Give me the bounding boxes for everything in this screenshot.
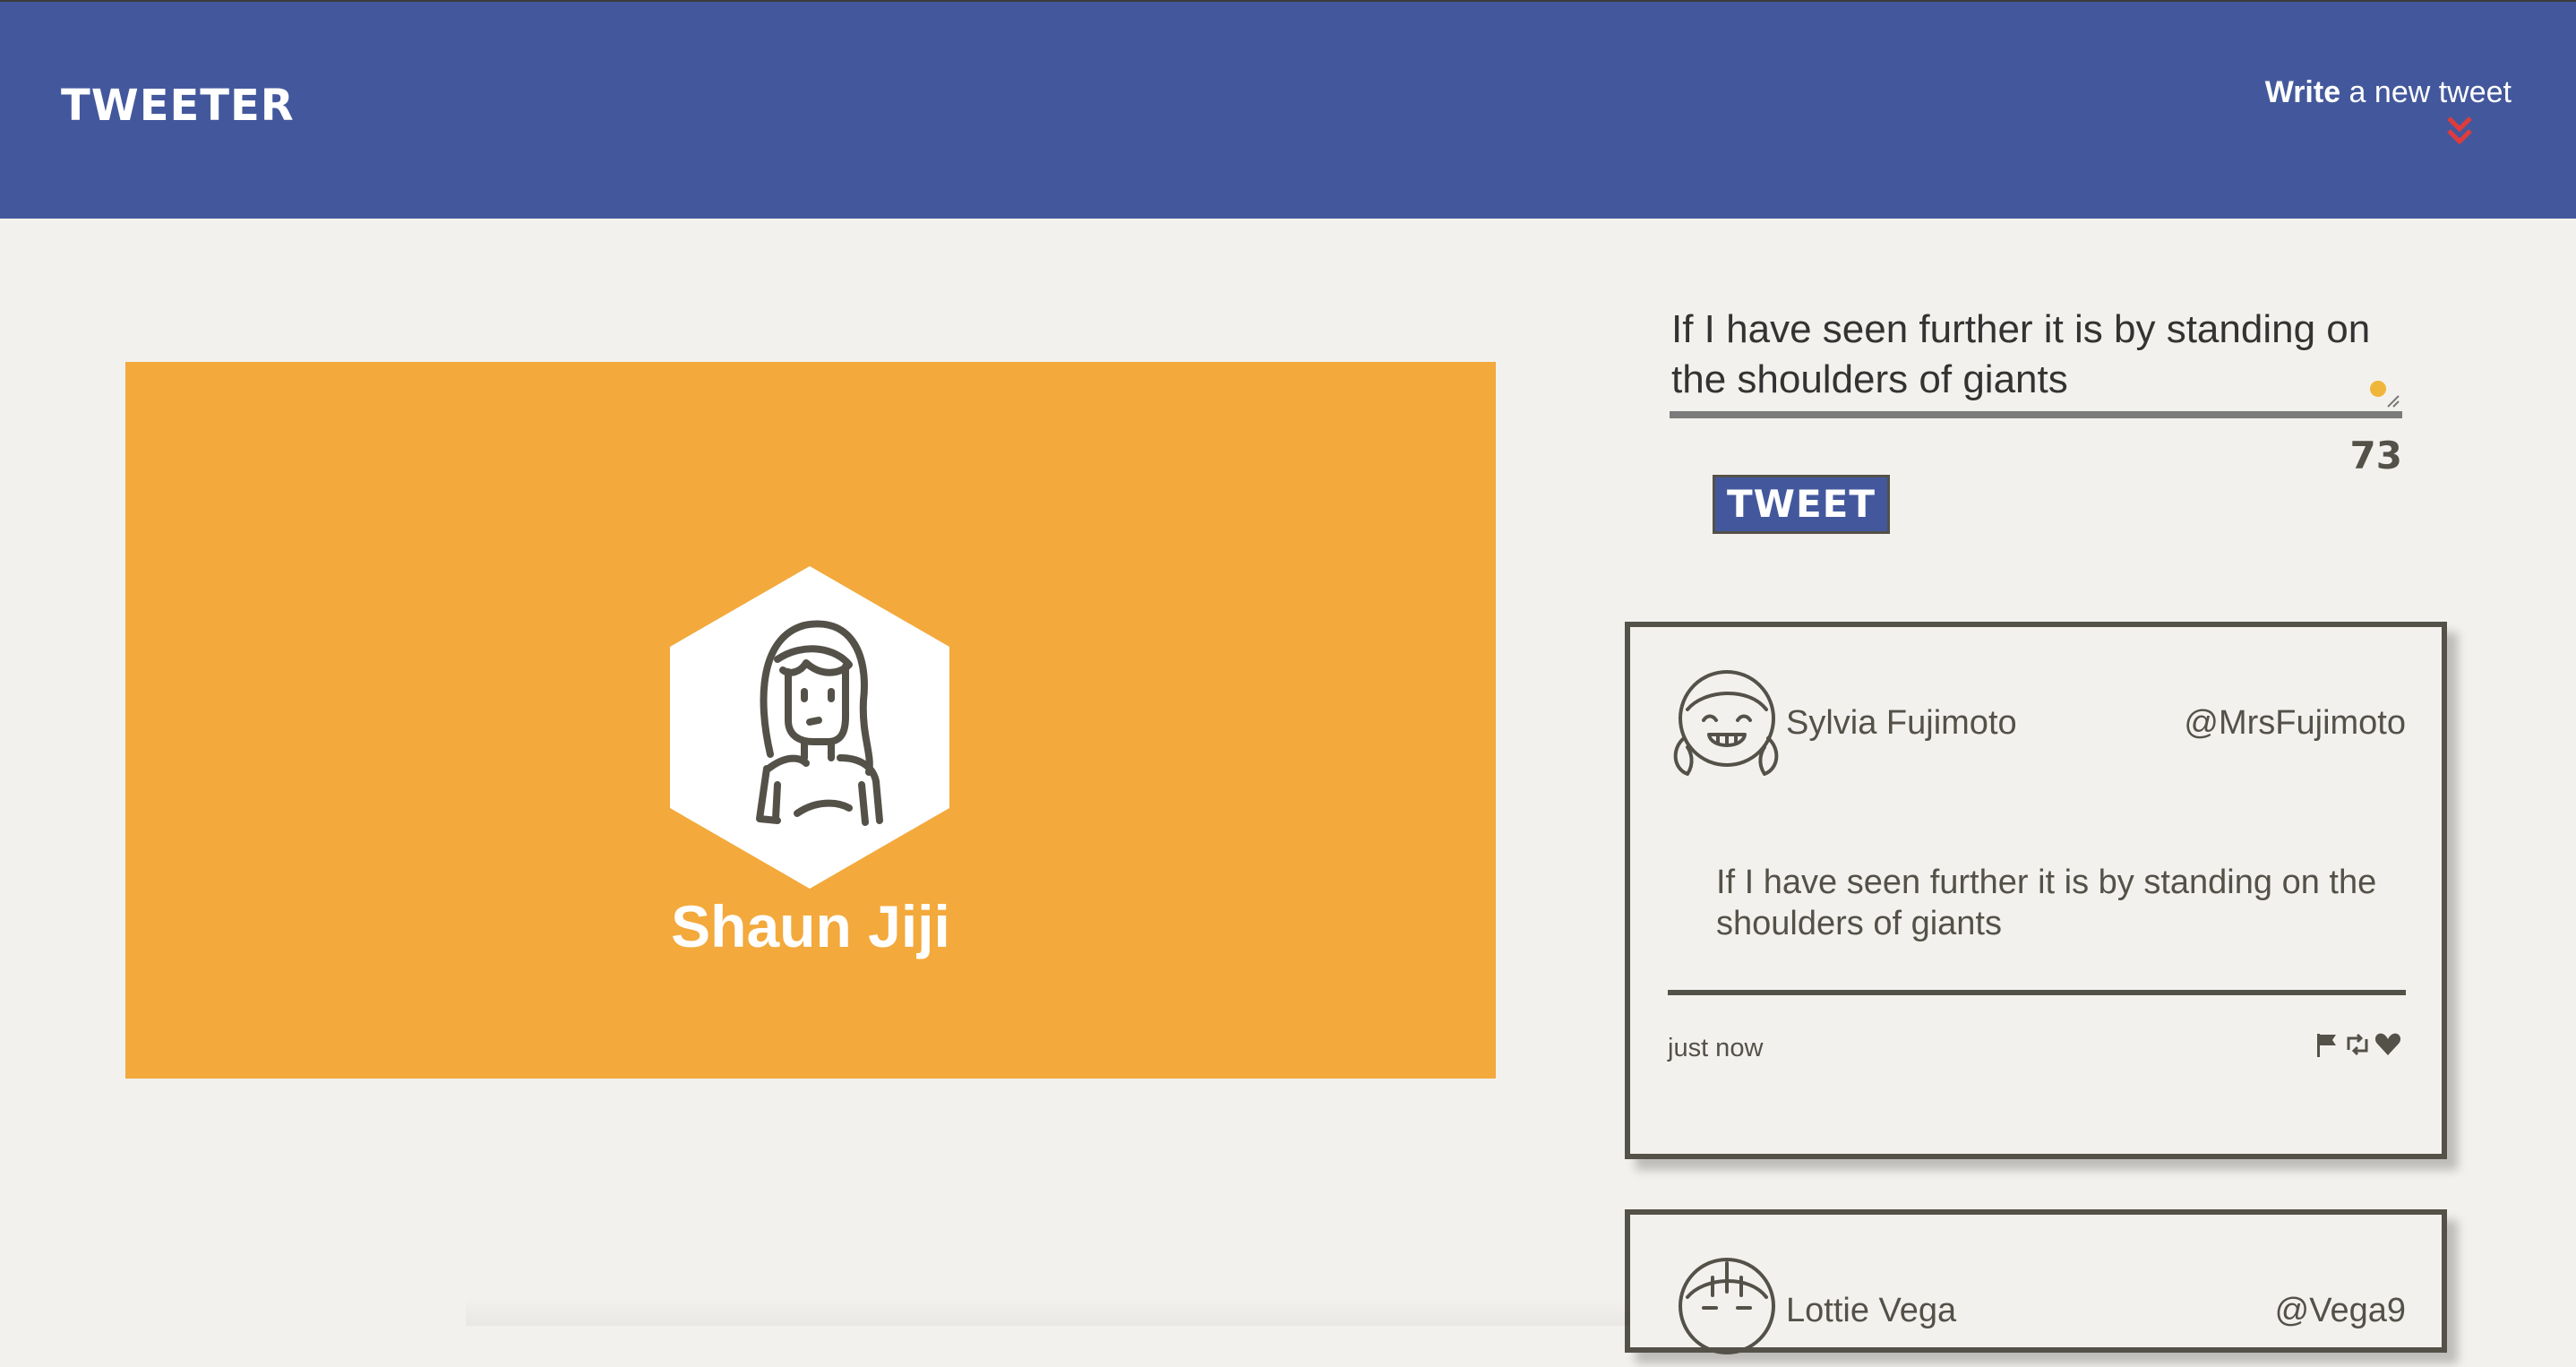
tweet-button[interactable]: Tweet [1713,475,1890,534]
brand-logo[interactable]: Tweeter [61,81,295,131]
character-counter: 73 [2349,434,2402,477]
write-new-tweet-link[interactable]: Write a new tweet [2265,75,2512,110]
flag-icon[interactable] [2313,1030,2341,1059]
top-nav: Tweeter Write a new tweet [0,0,2576,219]
profile-avatar [670,566,949,889]
tweet-actions [2313,1030,2402,1059]
tweet-content: If I have seen further it is by standing… [1716,864,2377,942]
tweet-author-handle: @MrsFujimoto [2184,704,2406,742]
heart-icon[interactable] [2374,1030,2402,1059]
status-dot-icon [2370,381,2386,397]
textarea-underline [1670,411,2402,418]
tweet-author-name: Sylvia Fujimoto [1786,704,2017,742]
resize-handle-icon[interactable] [2386,394,2400,408]
retweet-icon[interactable] [2343,1030,2372,1059]
tweet-card: Sylvia Fujimoto @MrsFujimoto If I have s… [1625,622,2447,1159]
tweet-divider [1668,990,2406,995]
tweet-timestamp: just now [1668,1034,1764,1062]
girl-with-pigtails-icon [1673,670,1779,776]
tweet-author-name: Lottie Vega [1786,1292,1957,1329]
girl-avatar-icon [1679,1258,1775,1354]
compose-link-text: a new tweet [2340,75,2512,109]
profile-name: Shaun Jiji [671,893,950,959]
tweet-textarea[interactable]: If I have seen further it is by standing… [1671,305,2406,412]
bottom-shadow [466,1297,1630,1326]
double-chevron-down-icon[interactable] [2443,113,2476,150]
tweet-author-handle: @Vega9 [2274,1292,2406,1329]
compose-link-strong: Write [2264,75,2341,109]
tweet-card: Lottie Vega @Vega9 [1625,1209,2447,1354]
